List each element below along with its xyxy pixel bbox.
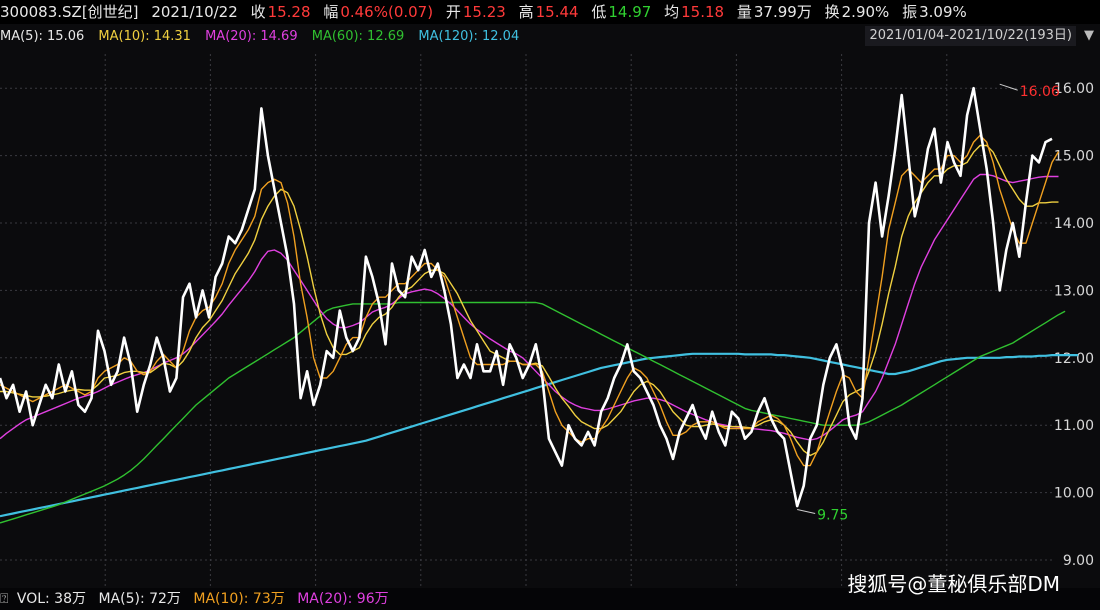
y-tick-label-7: 16.00 [1054,81,1094,97]
chevron-down-icon[interactable]: ▼ [1084,28,1094,43]
open-label: 开 [445,3,461,21]
date-range[interactable]: 2021/01/04-2021/10/22(193日) [865,26,1076,46]
turnover-value: 2.90% [841,3,890,21]
ma10-legend: MA(10): 14.31 [98,29,191,44]
y-axis: 9.00 10.00 11.00 12.00 13.00 14.00 15.00 16.00 [1054,81,1094,569]
change-value: 0.46%(0.07) [340,3,434,21]
annotation-label-1: 9.75 [817,507,848,523]
ma120-legend: MA(120): 12.04 [418,29,520,44]
close-label: 收 [250,3,266,21]
vol-ma20: MA(20): 96万 [297,591,389,607]
annotation-label-0: 16.06 [1020,84,1060,100]
low-value: 14.97 [608,3,652,21]
grid [0,54,1052,588]
avg-value: 15.18 [681,3,725,21]
y-tick-label-0: 9.00 [1063,553,1094,569]
change-label: 幅 [323,3,339,21]
quote-header: 300083.SZ[创世纪] 2021/10/22 收 15.28 幅 0.46%(… [0,0,1100,24]
ma5-legend: MA(5): 15.06 [0,29,85,44]
vol-ma5: MA(5): 72万 [98,591,181,607]
turnover-label: 换 [824,3,840,21]
y-tick-label-3: 12.00 [1054,351,1094,367]
price-chart[interactable]: 9.0010.0011.0012.0013.0014.0015.0016.00 … [0,50,1100,588]
quote-date: 2021/10/22 [151,3,238,21]
y-tick-label-4: 13.00 [1054,283,1094,299]
high-value: 15.44 [535,3,579,21]
vol-ma10: MA(10): 73万 [193,591,285,607]
amplitude-value: 3.09% [919,3,967,21]
high-label: 高 [518,3,534,21]
series-lines [0,86,1079,524]
amount-value: 37.99万 [753,3,812,21]
stock-code[interactable]: 300083.SZ[创世纪] [0,3,139,21]
avg-label: 均 [664,3,680,21]
ma20-legend: MA(20): 14.69 [205,29,298,44]
series-line-ma10 [0,144,1059,457]
annotation-leader-1 [797,508,816,514]
close-value: 15.28 [267,3,311,21]
series-line-ma20 [0,173,1059,441]
ma60-legend: MA(60): 12.69 [311,29,405,44]
watermark: 搜狐号@董秘俱乐部DM [847,572,1060,596]
y-tick-label-6: 15.00 [1054,149,1094,165]
series-line-ma60 [0,301,1066,524]
y-tick-label-2: 11.00 [1054,418,1094,434]
low-label: 低 [591,3,607,21]
y-tick-label-5: 14.00 [1054,216,1094,232]
amplitude-label: 振 [902,3,918,21]
volume-icon[interactable]: ⍰ [0,591,8,607]
y-tick-label-1: 10.00 [1054,486,1094,502]
open-value: 15.23 [462,3,506,21]
series-line-ma5 [0,134,1060,467]
series-line-ma120 [0,352,1079,518]
annotation-leader-0 [999,83,1018,91]
amount-label: 量 [736,3,752,21]
vol-value: VOL: 38万 [16,591,86,607]
